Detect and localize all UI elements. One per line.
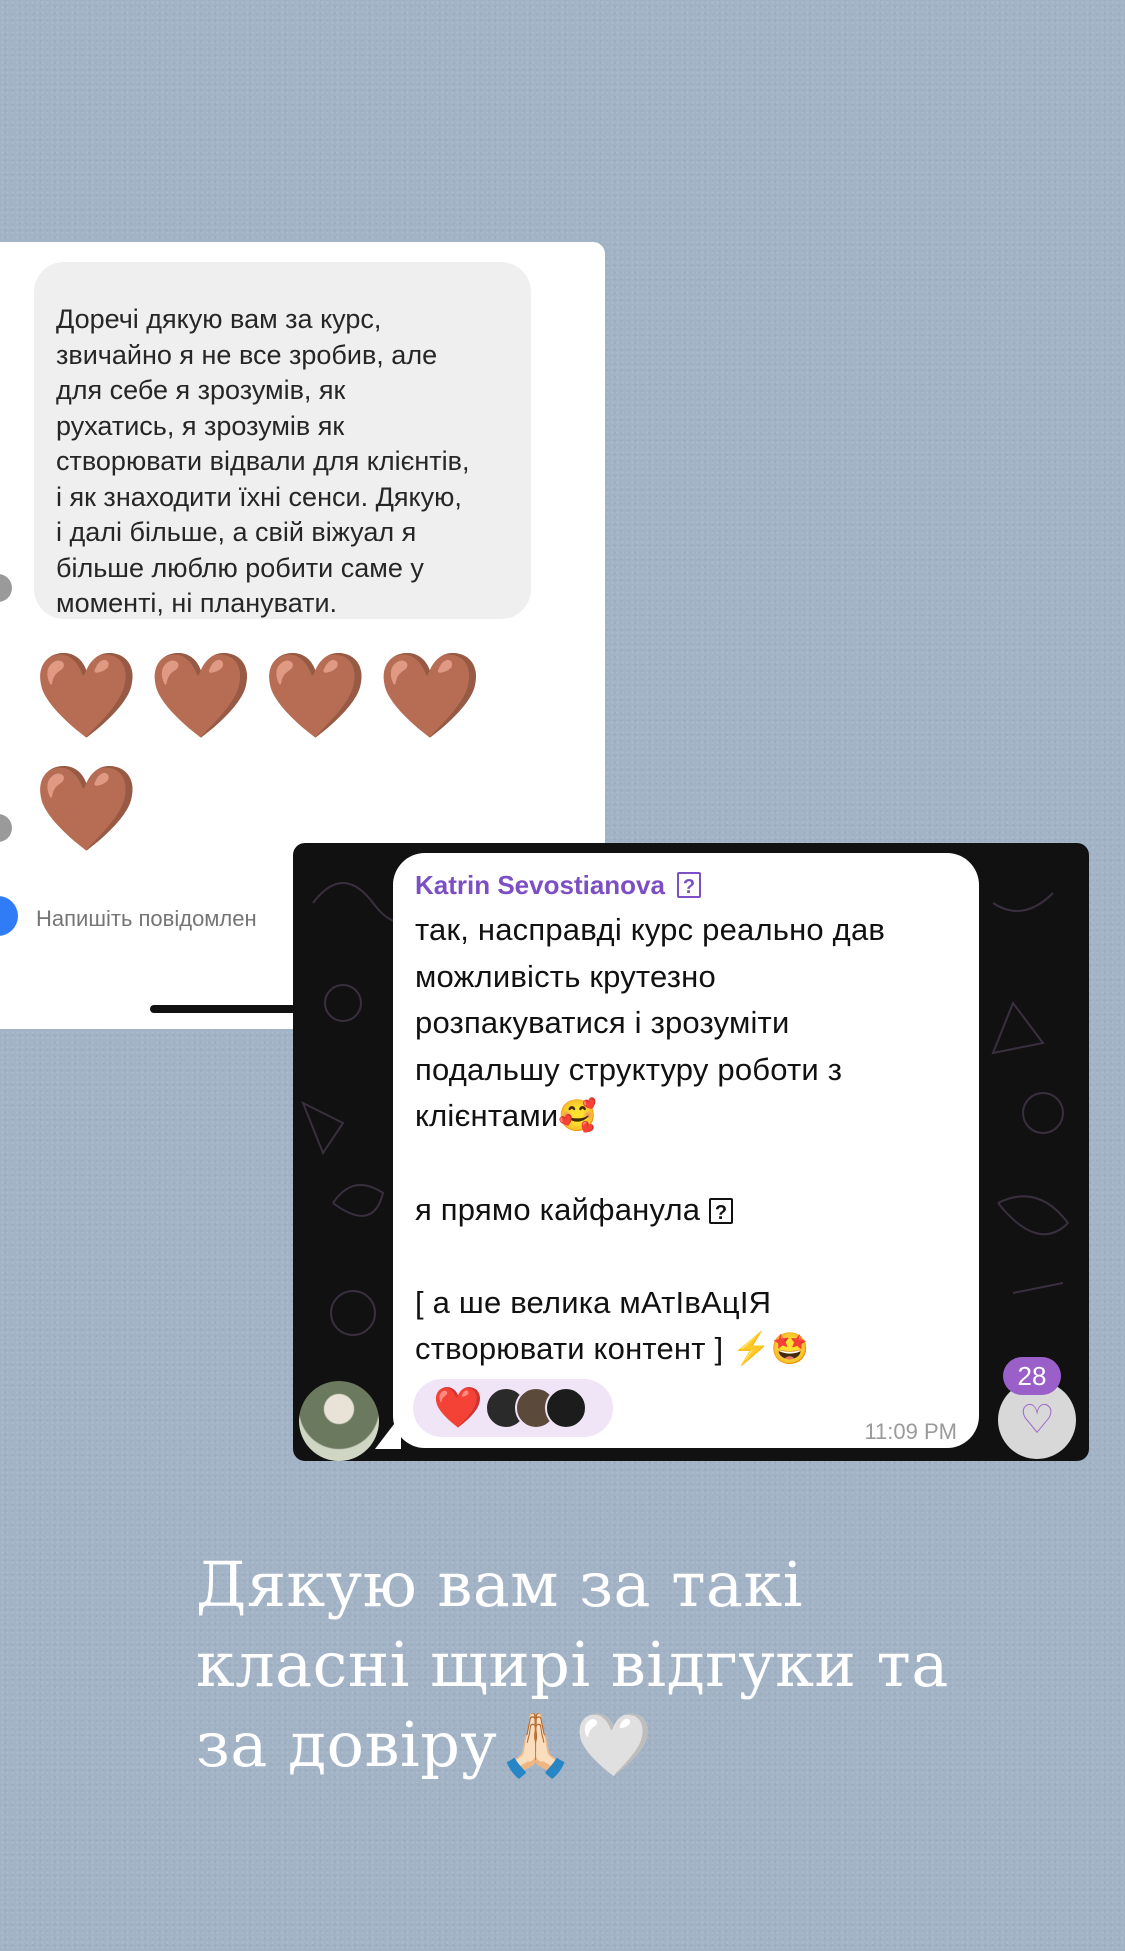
hearts-row: 🤎 🤎 🤎 🤎 (34, 647, 482, 743)
brown-heart-icon: 🤎 (34, 648, 139, 742)
camera-icon[interactable] (0, 896, 18, 936)
reaction-pill[interactable]: ❤️ (413, 1379, 613, 1437)
red-heart-icon: ❤️ (433, 1386, 483, 1430)
message-text: так, насправді курс реально дав можливіс… (415, 912, 886, 1367)
brown-heart-icon: 🤎 (377, 648, 483, 742)
brown-heart-icon: 🤎 (148, 648, 254, 742)
message-time: 11:09 PM (864, 1419, 957, 1444)
reactor-avatar (544, 1387, 587, 1429)
reactor-avatars (484, 1387, 587, 1429)
unknown-emoji-icon: ? (709, 1198, 734, 1225)
brown-heart-icon: 🤎 (263, 648, 368, 742)
telegram-screenshot: Katrin Sevostianova ? так, насправді кур… (293, 843, 1089, 1461)
unknown-emoji-icon: ? (676, 872, 701, 898)
like-count-badge: 28 (1003, 1357, 1061, 1395)
message-bubble: Доречі дякую вам за курс, звичайно я не … (34, 262, 531, 619)
hearts-row: 🤎 (34, 760, 139, 856)
sender-avatar[interactable] (299, 1381, 379, 1461)
brown-heart-icon: 🤎 (34, 761, 139, 855)
sender-name[interactable]: Katrin Sevostianova ? (415, 867, 955, 903)
home-indicator (150, 1005, 300, 1013)
heart-outline-icon: ♡ (1019, 1398, 1055, 1442)
story-caption: Дякую вам за такі класні щирі відгуки та… (196, 1548, 949, 1781)
sender-avatar (0, 814, 12, 842)
message-composer[interactable] (0, 882, 338, 952)
message-bubble: Katrin Sevostianova ? так, насправді кур… (393, 853, 979, 1448)
sender-avatar (0, 574, 12, 602)
